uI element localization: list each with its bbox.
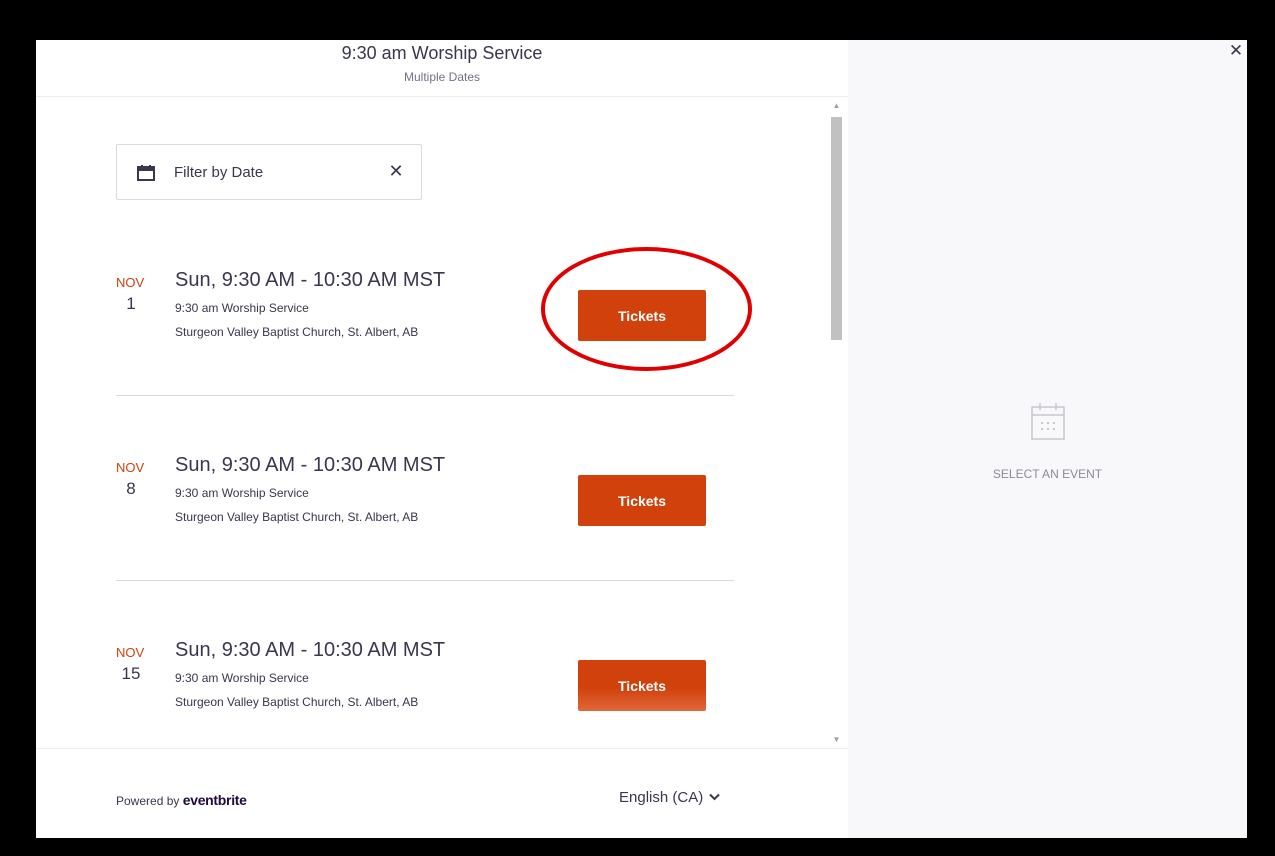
powered-by: Powered by eventbrite — [116, 792, 247, 808]
event-day: 8 — [126, 479, 136, 498]
event-day: 15 — [121, 664, 141, 683]
event-row: NOV 8 Sun, 9:30 AM - 10:30 AM MST 9:30 a… — [116, 454, 734, 581]
event-list-pane: 9:30 am Worship Service Multiple Dates F… — [36, 40, 848, 838]
scrollbar-thumb[interactable] — [831, 117, 842, 340]
select-an-event-label: SELECT AN EVENT — [992, 467, 1103, 481]
tickets-button[interactable]: Tickets — [578, 475, 706, 526]
event-day: 1 — [126, 294, 136, 313]
event-modal: 9:30 am Worship Service Multiple Dates F… — [36, 40, 1247, 838]
event-venue: Sturgeon Valley Baptist Church, St. Albe… — [175, 695, 419, 709]
event-time: Sun, 9:30 AM - 10:30 AM MST — [175, 269, 446, 291]
event-name: 9:30 am Worship Service — [175, 486, 309, 500]
calendar-icon — [137, 165, 155, 181]
powered-by-prefix: Powered by — [116, 794, 180, 808]
event-venue: Sturgeon Valley Baptist Church, St. Albe… — [175, 325, 419, 339]
modal-footer: Powered by eventbrite English (CA) — [36, 748, 848, 838]
event-month: NOV — [116, 460, 145, 475]
eventbrite-logo[interactable]: eventbrite — [183, 792, 247, 808]
filter-by-date-input[interactable]: Filter by Date ✕ — [116, 144, 422, 200]
page-subtitle: Multiple Dates — [403, 70, 481, 84]
close-icon[interactable]: ✕ — [1228, 42, 1244, 60]
language-select[interactable]: English (CA) — [619, 789, 720, 806]
event-row: NOV 1 Sun, 9:30 AM - 10:30 AM MST 9:30 a… — [116, 269, 734, 396]
scrollbar[interactable]: ▲ ▼ — [828, 97, 845, 748]
event-name: 9:30 am Worship Service — [175, 671, 309, 685]
tickets-button[interactable]: Tickets — [578, 660, 706, 711]
event-list: Filter by Date ✕ NOV 1 Sun, 9:30 AM - 10… — [36, 97, 848, 748]
modal-header: 9:30 am Worship Service Multiple Dates — [36, 40, 848, 97]
calendar-icon — [1031, 403, 1065, 440]
event-month: NOV — [116, 645, 145, 660]
close-icon[interactable]: ✕ — [387, 161, 405, 181]
event-time: Sun, 9:30 AM - 10:30 AM MST — [175, 639, 446, 661]
event-venue: Sturgeon Valley Baptist Church, St. Albe… — [175, 510, 419, 524]
tickets-button[interactable]: Tickets — [578, 290, 706, 341]
event-time: Sun, 9:30 AM - 10:30 AM MST — [175, 454, 446, 476]
language-value: English (CA) — [619, 789, 704, 806]
event-row: NOV 15 Sun, 9:30 AM - 10:30 AM MST 9:30 … — [116, 639, 734, 748]
scroll-up-arrow-icon[interactable]: ▲ — [828, 97, 845, 114]
page-title: 9:30 am Worship Service — [341, 43, 543, 63]
event-name: 9:30 am Worship Service — [175, 301, 309, 315]
chevron-down-icon — [709, 792, 720, 804]
filter-label: Filter by Date — [174, 164, 264, 181]
scroll-down-arrow-icon[interactable]: ▼ — [828, 731, 845, 748]
event-detail-pane: ✕ SELECT AN EVENT — [848, 40, 1247, 838]
event-month: NOV — [116, 275, 145, 290]
